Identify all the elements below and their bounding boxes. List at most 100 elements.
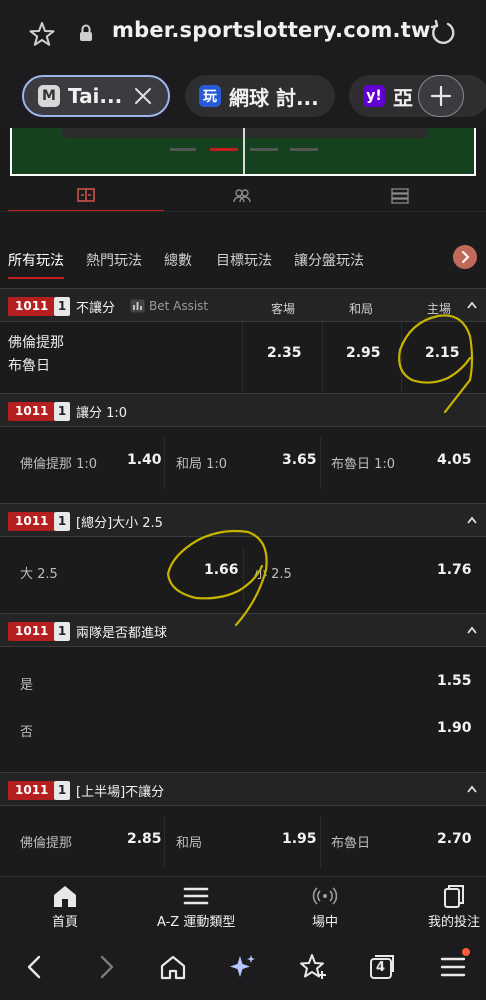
option-odd[interactable]: 1.66	[204, 562, 239, 578]
category-handicap[interactable]: 讓分盤玩法	[294, 250, 364, 270]
tab-stats[interactable]	[322, 180, 478, 212]
market-title: [上半場]不讓分	[76, 785, 165, 800]
header-away: 客場	[271, 302, 296, 316]
category-all[interactable]: 所有玩法	[8, 250, 64, 279]
market-body-total: 大 2.5 1.66 小 2.5 1.76	[0, 537, 486, 613]
option-odd[interactable]: 1.40	[127, 452, 162, 468]
option-odd[interactable]: 1.76	[437, 562, 472, 578]
menu-lines-icon	[183, 887, 209, 905]
category-popular[interactable]: 熱門玩法	[86, 250, 142, 270]
home-icon[interactable]	[158, 952, 188, 982]
bookmark-add-icon[interactable]	[298, 952, 328, 982]
option-label: 佛倫提那 1:0	[20, 457, 98, 472]
nav-live[interactable]: 場中	[312, 883, 338, 930]
odd-home[interactable]: 2.15	[425, 345, 460, 361]
market-header-handicap[interactable]: 1011 1 讓分 1:0	[0, 393, 486, 427]
option-label: 否	[20, 725, 34, 740]
favicon-forum-icon: 玩	[199, 85, 221, 107]
option-odd[interactable]: 3.65	[282, 452, 317, 468]
live-broadcast-icon	[312, 887, 338, 905]
option-label: 小 2.5	[254, 567, 292, 582]
bet-assist-icon[interactable]	[130, 299, 145, 313]
home-icon	[54, 886, 76, 907]
close-icon[interactable]	[132, 85, 154, 107]
market-title: 讓分 1:0	[76, 406, 128, 421]
category-totals[interactable]: 總數	[164, 250, 192, 270]
favicon-yahoo-icon: y!	[363, 85, 385, 107]
nav-home[interactable]: 首頁	[52, 883, 78, 930]
lock-icon	[80, 24, 92, 41]
market-code-badge: 1011	[8, 297, 56, 316]
nav-my-bets[interactable]: 我的投注	[428, 883, 480, 930]
market-code-badge: 1011	[8, 781, 56, 800]
option-label: 佛倫提那	[20, 836, 73, 851]
option-label: 布魯日	[331, 836, 371, 851]
option-odd[interactable]: 4.05	[437, 452, 472, 468]
market-body-handicap: 佛倫提那 1:0 1.40 和局 1:0 3.65 布魯日 1:0 4.05	[0, 427, 486, 499]
browser-tab-tennis[interactable]: 玩 網球 討...	[185, 75, 335, 117]
tab-switcher-button[interactable]: 4	[366, 952, 396, 982]
tab-label: 網球 討...	[229, 85, 319, 110]
url-bar: mber.sportslottery.com.tw	[0, 0, 486, 66]
collapse-caret-icon[interactable]	[466, 301, 478, 309]
browser-tab-active[interactable]: M Tai...	[22, 75, 170, 117]
tab-scoreboard[interactable]	[8, 180, 164, 212]
app-bottom-nav: 首頁 A-Z 運動類型 場中 我的投注	[0, 876, 486, 934]
odd-draw[interactable]: 2.95	[346, 345, 381, 361]
list-icon	[391, 188, 409, 204]
option-odd[interactable]: 1.90	[437, 720, 472, 736]
nav-label: 首頁	[52, 915, 79, 930]
favicon-m-icon: M	[38, 85, 60, 107]
reload-icon[interactable]	[428, 18, 458, 48]
url-text[interactable]: mber.sportslottery.com.tw	[112, 18, 431, 42]
option-odd[interactable]: 2.85	[127, 831, 162, 847]
market-num-badge: 1	[54, 512, 70, 531]
nav-sports-az[interactable]: A-Z 運動類型	[157, 883, 235, 930]
pitch-graphic	[10, 128, 476, 176]
option-label: 是	[20, 678, 34, 693]
market-header-first-half[interactable]: 1011 1 [上半場]不讓分	[0, 772, 486, 806]
option-odd[interactable]: 2.70	[437, 831, 472, 847]
option-label: 布魯日 1:0	[331, 457, 396, 472]
plus-icon	[430, 85, 452, 107]
market-header-moneyline[interactable]: 1011 1 不讓分 Bet Assist 客場 和局 主場	[0, 288, 486, 322]
option-label: 和局	[176, 836, 203, 851]
market-title: 不讓分	[76, 301, 116, 316]
collapse-caret-icon[interactable]	[466, 785, 478, 793]
market-num-badge: 1	[54, 622, 70, 641]
market-body-first-half: 佛倫提那 2.85 和局 1.95 布魯日 2.70	[0, 806, 486, 876]
browser-bottom-nav: 4	[0, 934, 486, 1000]
forward-icon[interactable]	[91, 952, 121, 982]
sparkle-icon[interactable]	[228, 952, 258, 982]
tab-lineup[interactable]	[164, 180, 320, 212]
nav-label: A-Z 運動類型	[157, 915, 236, 930]
header-draw: 和局	[349, 302, 374, 316]
collapse-caret-icon[interactable]	[466, 516, 478, 524]
bet-assist-link[interactable]: Bet Assist	[149, 299, 208, 313]
market-num-badge: 1	[54, 402, 70, 421]
market-header-total[interactable]: 1011 1 [總分]大小 2.5	[0, 503, 486, 537]
market-title: [總分]大小 2.5	[76, 516, 163, 531]
header-home: 主場	[427, 302, 452, 316]
hamburger-menu-icon[interactable]	[438, 952, 468, 982]
market-header-btts[interactable]: 1011 1 兩隊是否都進球	[0, 613, 486, 647]
players-icon	[233, 189, 251, 203]
option-odd[interactable]: 1.95	[282, 831, 317, 847]
back-icon[interactable]	[20, 952, 50, 982]
option-label: 大 2.5	[20, 567, 58, 582]
market-num-badge: 1	[54, 297, 70, 316]
bet-type-categories: 所有玩法 熱門玩法 總數 目標玩法 讓分盤玩法	[0, 246, 486, 280]
categories-next-button[interactable]	[453, 245, 477, 269]
category-goals[interactable]: 目標玩法	[216, 250, 272, 270]
page-content: 所有玩法 熱門玩法 總數 目標玩法 讓分盤玩法 1011 1 不讓分 Bet A…	[0, 128, 486, 876]
new-tab-button[interactable]	[418, 75, 464, 117]
odd-away[interactable]: 2.35	[267, 345, 302, 361]
option-odd[interactable]: 1.55	[437, 673, 472, 689]
tickets-icon	[444, 885, 464, 908]
nav-label: 場中	[312, 915, 339, 930]
collapse-caret-icon[interactable]	[466, 626, 478, 634]
team-away: 佛倫提那	[8, 335, 64, 351]
browser-tabs: M Tai... 玩 網球 討... y! 亞	[0, 66, 486, 128]
team-home: 布魯日	[8, 358, 50, 374]
bookmark-star-icon[interactable]	[28, 20, 56, 48]
